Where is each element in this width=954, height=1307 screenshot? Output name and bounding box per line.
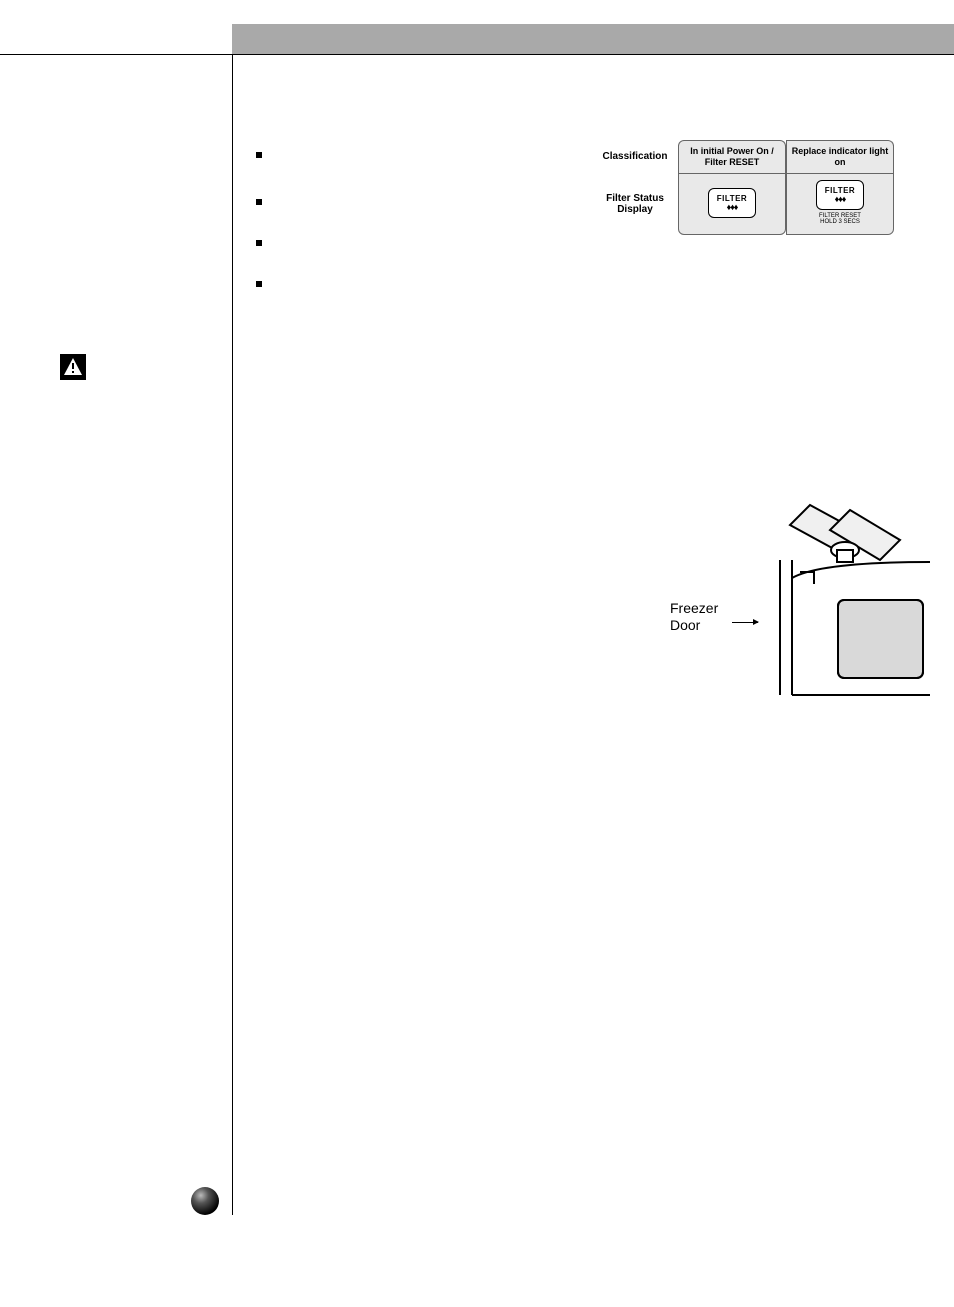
table-header-cell: In initial Power On / Filter RESET	[678, 140, 786, 173]
filter-icon: FILTER ♦♦♦	[816, 180, 864, 210]
filter-reset-caption: FILTER RESET HOLD 3 SECS	[819, 213, 861, 226]
table-header-cell: Replace indicator light on	[786, 140, 894, 173]
table-row-label: Classification	[592, 140, 678, 173]
warning-icon	[60, 354, 86, 380]
table-row-label: Filter Status Display	[592, 173, 678, 235]
filter-status-table: Classification In initial Power On / Fil…	[592, 140, 897, 235]
bullet-marker	[256, 281, 262, 287]
bullet-marker	[256, 152, 262, 158]
vertical-margin-rule	[232, 55, 233, 1215]
table-cell: FILTER ♦♦♦	[678, 173, 786, 235]
page-number-ornament	[190, 1186, 220, 1216]
header-gray-bar	[232, 24, 954, 54]
freezer-door-illustration	[750, 500, 930, 710]
bullet-marker	[256, 240, 262, 246]
top-horizontal-rule	[0, 54, 954, 55]
table-cell: FILTER ♦♦♦ FILTER RESET HOLD 3 SECS	[786, 173, 894, 235]
filter-icon: FILTER ♦♦♦	[708, 188, 756, 218]
bullet-marker	[256, 199, 262, 205]
freezer-door-label: Freezer Door	[670, 600, 718, 634]
